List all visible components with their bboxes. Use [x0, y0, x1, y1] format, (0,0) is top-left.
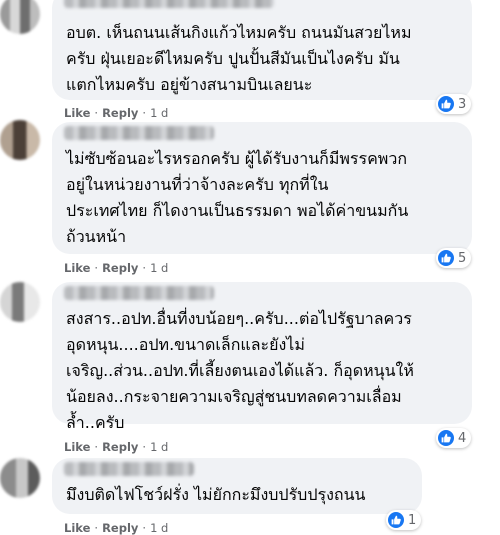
author-name[interactable]: [64, 0, 274, 8]
reaction-count[interactable]: 3: [436, 94, 472, 114]
like-icon: [438, 250, 454, 266]
like-icon: [438, 430, 454, 446]
like-button[interactable]: Like: [64, 106, 90, 120]
timestamp[interactable]: 1 d: [150, 261, 168, 275]
like-button[interactable]: Like: [64, 261, 90, 275]
timestamp[interactable]: 1 d: [150, 440, 168, 454]
like-icon: [388, 512, 404, 528]
reply-button[interactable]: Reply: [102, 261, 138, 275]
comment-text: มึงบติดไฟโชว์ฝรั่ง ไม่ยักกะมึงบปรับปรุงถ…: [66, 485, 366, 504]
reaction-count-number: 3: [458, 96, 467, 112]
reaction-count-number: 1: [408, 512, 417, 528]
separator: ·: [142, 106, 147, 120]
timestamp[interactable]: 1 d: [150, 106, 168, 120]
like-icon: [438, 96, 454, 112]
separator: ·: [94, 261, 99, 275]
comment-actions: Like · Reply · 1 d: [64, 106, 168, 120]
avatar[interactable]: [0, 0, 40, 34]
avatar[interactable]: [0, 120, 40, 160]
avatar[interactable]: [0, 458, 40, 498]
comment-text: สงสาร..อปท.อื่นที่งบน้อยๆ..ครับ...ต่อไปร…: [66, 309, 414, 432]
comment-actions: Like · Reply · 1 d: [64, 261, 168, 275]
reply-button[interactable]: Reply: [102, 106, 138, 120]
reaction-count[interactable]: 1: [386, 510, 422, 530]
reply-button[interactable]: Reply: [102, 440, 138, 454]
separator: ·: [94, 440, 99, 454]
avatar[interactable]: [0, 282, 40, 322]
separator: ·: [94, 106, 99, 120]
comment-bubble: ไม่ซับซ้อนอะไรหรอกครับ ผู้ได้รับงานก็มีพ…: [52, 122, 472, 254]
comment-bubble: สงสาร..อปท.อื่นที่งบน้อยๆ..ครับ...ต่อไปร…: [52, 282, 472, 432]
comment-text: ไม่ซับซ้อนอะไรหรอกครับ ผู้ได้รับงานก็มีพ…: [66, 149, 409, 246]
separator: ·: [142, 440, 147, 454]
author-name[interactable]: [64, 462, 194, 476]
comment-actions: Like · Reply · 1 d: [64, 440, 168, 454]
comment-bubble: มึงบติดไฟโชว์ฝรั่ง ไม่ยักกะมึงบปรับปรุงถ…: [52, 458, 422, 514]
author-name[interactable]: [64, 286, 214, 300]
author-name[interactable]: [64, 126, 214, 140]
reaction-count-number: 5: [458, 250, 467, 266]
reaction-count[interactable]: 4: [436, 428, 472, 448]
comment-text: อบต. เห็นถนนเส้นกิงแก้วไหมครับ ถนนมันสวย…: [66, 23, 412, 94]
separator: ·: [142, 261, 147, 275]
reaction-count[interactable]: 5: [436, 248, 472, 268]
comment-bubble: อบต. เห็นถนนเส้นกิงแก้วไหมครับ ถนนมันสวย…: [52, 0, 472, 100]
like-button[interactable]: Like: [64, 440, 90, 454]
reaction-count-number: 4: [458, 430, 467, 446]
